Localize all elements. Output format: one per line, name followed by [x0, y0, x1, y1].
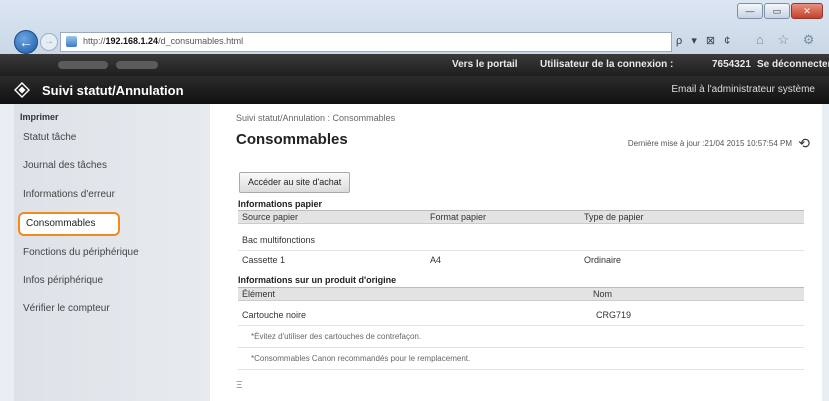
page-section-title: Suivi statut/Annulation: [42, 83, 184, 98]
search-refresh-icons[interactable]: ρ ▾ ⊠ ¢: [676, 34, 733, 47]
page-title: Consommables: [236, 131, 348, 148]
column-header: Format papier: [430, 212, 487, 222]
window-controls: — ▭ ✕: [737, 3, 823, 19]
mail-admin-link[interactable]: Email à l'administrateur système: [671, 84, 815, 95]
sidebar-item-check-counter[interactable]: Vérifier le compteur: [14, 297, 210, 321]
remote-ui-logo-icon: [14, 82, 30, 98]
supply-table-header: Élément Nom: [238, 287, 804, 301]
minimize-button[interactable]: —: [737, 3, 763, 19]
sidebar-item-device-info[interactable]: Infos périphérique: [14, 269, 210, 293]
table-cell: Cassette 1: [242, 255, 286, 265]
close-button[interactable]: ✕: [791, 3, 823, 19]
supply-info-heading: Informations sur un produit d'origine: [238, 275, 397, 285]
sidebar-item-device-features[interactable]: Fonctions du périphérique: [14, 241, 210, 265]
counterfeit-note: *Évitez d'utiliser des cartouches de con…: [251, 332, 422, 341]
sidebar-item-error-info[interactable]: Informations d'erreur: [14, 183, 210, 207]
home-favorites-settings-icons[interactable]: ⌂ ☆ ⚙: [756, 32, 819, 48]
table-cell: Cartouche noire: [242, 310, 307, 320]
top-bar: Vers le portail Utilisateur de la connex…: [0, 54, 829, 76]
column-header: Type de papier: [584, 212, 644, 222]
back-arrow-icon[interactable]: ←: [14, 30, 38, 54]
table-cell: Ordinaire: [584, 255, 622, 265]
recommended-note: *Consommables Canon recommandés pour le …: [251, 354, 471, 363]
browser-chrome: — ▭ ✕ ← → http://192.168.1.24/d_consumab…: [0, 0, 829, 54]
divider: [238, 325, 804, 326]
sidebar-heading: Imprimer: [20, 112, 59, 122]
table-cell: CRG719: [596, 310, 632, 320]
table-cell: Bac multifonctions: [242, 235, 316, 245]
last-updated: Dernière mise à jour :21/04 2015 10:57:5…: [627, 139, 792, 148]
user-label: Utilisateur de la connexion :: [540, 59, 674, 70]
user-id: 7654321: [712, 59, 751, 70]
maximize-button[interactable]: ▭: [764, 3, 790, 19]
divider: [238, 250, 804, 251]
forward-arrow-icon[interactable]: →: [40, 33, 58, 51]
back-to-top-icon[interactable]: Ξ: [236, 380, 243, 391]
main-content: Suivi statut/Annulation : Consommables C…: [210, 104, 822, 401]
address-bar[interactable]: http://192.168.1.24/d_consumables.html: [60, 32, 672, 52]
refresh-icon[interactable]: ⟲: [798, 135, 810, 152]
logout-link[interactable]: Se déconnecter: [757, 59, 829, 70]
sidebar: Imprimer Statut tâche Journal des tâches…: [14, 104, 210, 401]
divider: [238, 369, 804, 370]
blurred-text: [116, 61, 158, 69]
blurred-text: [58, 61, 108, 69]
paper-table-header: Source papier Format papier Type de papi…: [238, 210, 804, 224]
column-header: Source papier: [242, 212, 299, 222]
page-icon: [66, 36, 77, 47]
address-url: http://192.168.1.24/d_consumables.html: [83, 36, 244, 46]
column-header: Nom: [593, 289, 613, 299]
table-cell: A4: [430, 255, 442, 265]
title-bar: Suivi statut/Annulation Email à l'admini…: [0, 76, 829, 104]
column-header: Élément: [242, 289, 276, 299]
portal-link[interactable]: Vers le portail: [452, 59, 518, 70]
paper-info-heading: Informations papier: [238, 199, 323, 209]
sidebar-item-consumables[interactable]: Consommables: [18, 212, 120, 236]
sidebar-item-job-log[interactable]: Journal des tâches: [14, 154, 210, 178]
sidebar-item-job-status[interactable]: Statut tâche: [14, 126, 210, 150]
breadcrumb: Suivi statut/Annulation : Consommables: [236, 113, 396, 123]
divider: [238, 347, 804, 348]
buy-site-button[interactable]: Accéder au site d'achat: [239, 172, 351, 193]
